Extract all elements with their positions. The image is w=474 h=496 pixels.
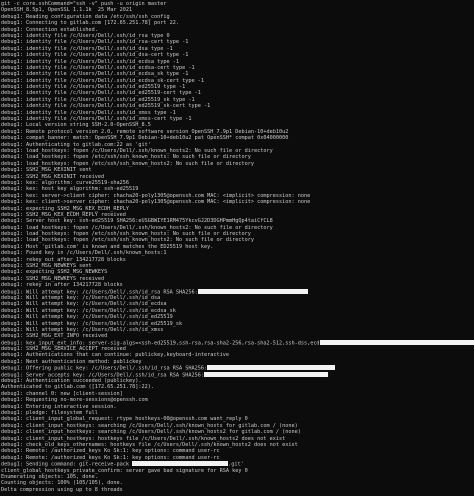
line-text: debug1: identity file /c/Users/Dell/.ssh…: [1, 32, 170, 39]
line-text: debug1: SSH2_MSG_EXT_INFO received: [1, 333, 108, 340]
line-text: debug1: Next authentication method: publ…: [1, 358, 142, 365]
redaction-box: [319, 339, 474, 345]
line-text: debug1: identity file /c/Users/Dell/.ssh…: [1, 45, 173, 52]
line-text: debug1: SSH2_MSG_KEXINIT sent: [1, 167, 92, 174]
line-text: Counting objects: 100% (105/105), done.: [1, 480, 123, 487]
line-text: debug1: identity file /c/Users/Dell/.ssh…: [1, 84, 186, 91]
line-text: debug1: client_input_global_request: rty…: [1, 416, 248, 423]
line-text: debug1: SSH2_MSG_KEXINIT received: [1, 173, 105, 180]
line-text: debug1: identity file /c/Users/Dell/.ssh…: [1, 58, 180, 65]
terminal-output: git -c core.sshCommand="ssh -v" push -u …: [0, 0, 474, 493]
line-text: debug1: client_input_hostkeys: hostkeys …: [1, 435, 286, 442]
line-text: debug1: SSH2_MSG_NEWKEYS received: [1, 275, 105, 282]
line-text: debug1: kex: algorithm: curve25519-sha25…: [1, 179, 130, 186]
line-text: debug1: compat_banner: match: OpenSSH_7.…: [1, 135, 289, 142]
line-text: debug1: Will attempt key: /c/Users/Dell/…: [1, 307, 176, 314]
line-text: Delta compression using up to 8 threads: [1, 486, 123, 493]
line-text: debug1: Will attempt key: /c/Users/Dell/…: [1, 314, 173, 321]
redaction-box: [132, 461, 229, 467]
line-text: debug1: load_hostkeys: fopen /c/Users/De…: [1, 224, 273, 231]
line-text: Authenticated to gitlab.com ([172.65.251…: [1, 384, 155, 391]
line-text: debug1: expecting SSH2_MSG_KEX_ECDH_REPL…: [1, 205, 130, 212]
line-text: debug1: Local version string SSH-2.0-Ope…: [1, 122, 151, 129]
line-text: debug1: SSH2_MSG_SERVICE_ACCEPT received: [1, 346, 126, 353]
line-text: debug1: expecting SSH2_MSG_NEWKEYS: [1, 269, 108, 276]
line-text: debug1: Authentications that can continu…: [1, 352, 229, 359]
redaction-box: [204, 371, 329, 377]
line-text: debug1: Remote protocol version 2.0, rem…: [1, 128, 289, 135]
line-text: debug1: load_hostkeys: fopen /etc/ssh/ss…: [1, 154, 251, 161]
line-text: Enumerating objects: 105, done.: [1, 473, 98, 480]
line-text: debug1: identity file /c/Users/Dell/.ssh…: [1, 96, 195, 103]
terminal-line: Delta compression using up to 8 threads: [1, 487, 474, 493]
line-text: debug1: identity file /c/Users/Dell/.ssh…: [1, 52, 189, 59]
line-text: debug1: identity file /c/Users/Dell/.ssh…: [1, 103, 211, 110]
line-text: debug1: Connecting to gitlab.com [172.65…: [1, 20, 180, 27]
terminal-window[interactable]: git -c core.sshCommand="ssh -v" push -u …: [0, 0, 474, 496]
line-text: debug1: kex: client->server cipher: chac…: [1, 199, 311, 206]
line-text: debug1: Found key in /c/Users/Dell/.ssh/…: [1, 250, 167, 257]
line-text: debug1: identity file /c/Users/Dell/.ssh…: [1, 116, 192, 123]
line-text: debug1: rekey out after 134217728 blocks: [1, 256, 126, 263]
line-text: debug1: load_hostkeys: fopen /etc/ssh/ss…: [1, 160, 254, 167]
line-text: debug1: SSH2_MSG_KEX_ECDH_REPLY received: [1, 211, 126, 218]
line-text: debug1: Offering public key: /c/Users/De…: [1, 365, 208, 372]
line-text: debug1: Authentication succeeded (public…: [1, 378, 142, 385]
line-text: debug1: client_input_hostkeys: searching…: [1, 429, 301, 436]
line-text: debug1: Remote: /authorized_keys Ko Sk:1…: [1, 454, 220, 461]
line-text: git -c core.sshCommand="ssh -v" push -u …: [1, 1, 167, 7]
line-text: debug1: Connection established.: [1, 26, 98, 33]
line-text: debug1: Remote: /authorized_keys Ko Sk:1…: [1, 448, 220, 455]
line-text: debug1: pledge: filesystem full: [1, 410, 98, 416]
line-text: debug1: rekey in after 134217728 blocks: [1, 282, 123, 289]
line-text: debug1: Requesting no-more-sessions@open…: [1, 397, 148, 404]
line-text: debug1: identity file /c/Users/Dell/.ssh…: [1, 77, 205, 84]
line-text: debug1: Authenticating to gitlab.com:22 …: [1, 141, 151, 148]
line-text: debug1: kex: server->client cipher: chac…: [1, 192, 311, 199]
line-text: debug1: identity file /c/Users/Dell/.ssh…: [1, 109, 176, 116]
line-text: debug1: load_hostkeys: fopen /etc/ssh/ss…: [1, 237, 254, 244]
redaction-box: [197, 288, 308, 294]
line-text: debug1: Will attempt key: /c/Users/Dell/…: [1, 294, 161, 301]
line-text: debug1: identity file /c/Users/Dell/.ssh…: [1, 71, 189, 78]
line-text: debug1: identity file /c/Users/Dell/.ssh…: [1, 39, 189, 46]
line-text: client_global_hostkeys_private_confirm: …: [1, 467, 248, 474]
line-text: debug1: Host 'gitlab.com' is known and m…: [1, 243, 214, 250]
line-text: debug1: SSH2_MSG_NEWKEYS sent: [1, 263, 92, 270]
line-text: debug1: Server host key: ssh-ed25519 SHA…: [1, 218, 273, 225]
line-text: OpenSSH_8.5p1, OpenSSL 1.1.1k 25 Mar 202…: [1, 7, 133, 14]
line-text: debug1: load_hostkeys: fopen /etc/ssh/ss…: [1, 231, 251, 238]
line-text: debug1: identity file /c/Users/Dell/.ssh…: [1, 64, 195, 71]
line-text: debug1: Will attempt key: /c/Users/Dell/…: [1, 326, 164, 333]
line-text: debug1: Reading configuration data /etc/…: [1, 13, 170, 20]
line-text: debug1: Will attempt key: /c/Users/Dell/…: [1, 320, 183, 327]
line-text: debug1: load_hostkeys: fopen /c/Users/De…: [1, 147, 273, 154]
line-text: debug1: Will attempt key: /c/Users/Dell/…: [1, 301, 167, 308]
line-text: debug1: kex: host key algorithm: ssh-ed2…: [1, 186, 139, 193]
line-text: debug1: check_old_keys_othernames: hostk…: [1, 441, 298, 448]
line-text: debug1: Entering interactive session.: [1, 403, 117, 410]
line-text: debug1: identity file /c/Users/Dell/.ssh…: [1, 90, 201, 97]
redaction-box: [207, 365, 336, 371]
line-text: debug1: channel 0: new [client-session]: [1, 390, 123, 397]
line-text: debug1: client_input_hostkeys: searching…: [1, 422, 298, 429]
